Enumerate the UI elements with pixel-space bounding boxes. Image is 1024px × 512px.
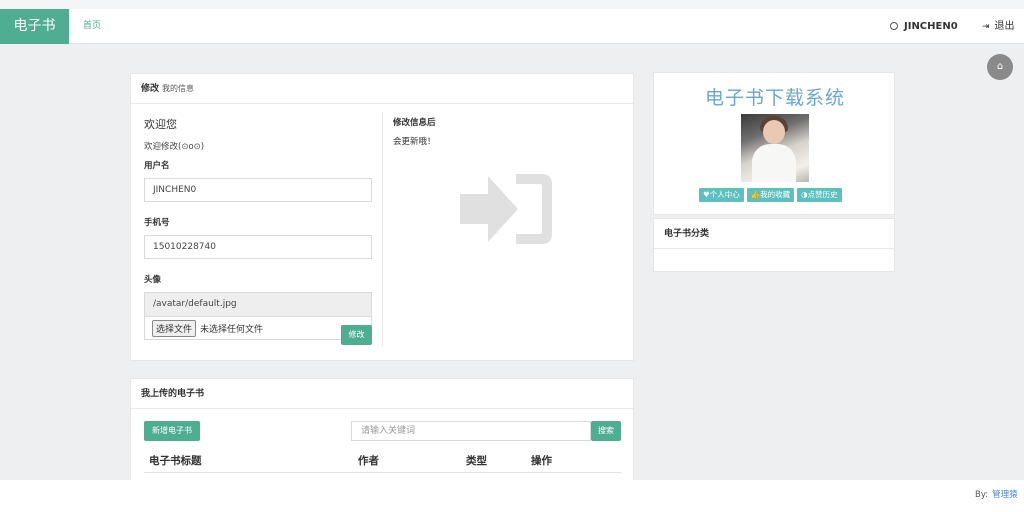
top-strip: [0, 0, 1024, 9]
avatar: [741, 114, 809, 182]
file-status: 未选择任何文件: [200, 324, 264, 335]
profile-tags: ♥个人中心 👍我的收藏 ◑点赞历史: [699, 188, 842, 202]
search-input[interactable]: 请输入关键词: [351, 421, 591, 441]
column-header-author: 作者: [358, 455, 379, 467]
books-panel-title: 我上传的电子书: [141, 389, 205, 399]
category-panel: 电子书分类: [653, 218, 895, 272]
welcome-subtext: 欢迎修改(⊙o⊙): [144, 142, 205, 152]
my-books-panel: 我上传的电子书 新增电子书 请输入关键词 搜索 电子书标题 作者 类型 操作: [130, 378, 634, 483]
edit-panel-title: 修改: [141, 84, 160, 94]
navbar: 电子书 首页 JINCHEN0 ⇥ 退出: [0, 9, 1024, 44]
logout-icon: ⇥: [982, 22, 990, 32]
add-book-button[interactable]: 新增电子书: [144, 421, 200, 441]
logout-link[interactable]: ⇥ 退出: [982, 9, 1015, 45]
tag-my-favorites[interactable]: 👍我的收藏: [746, 188, 795, 202]
nav-user-menu[interactable]: JINCHEN0: [890, 9, 958, 44]
info-title: 修改信息后: [393, 118, 436, 128]
home-icon: ⌂: [996, 61, 1004, 72]
user-icon: [890, 22, 898, 30]
avatar-path-field: /avatar/default.jpg: [144, 292, 372, 316]
phone-input[interactable]: 15010228740: [144, 235, 372, 259]
avatar-file-input: 选择文件 未选择任何文件: [144, 316, 372, 340]
footer: By: 管理猿: [0, 480, 1024, 512]
edit-panel-header: 修改 我的信息: [131, 74, 633, 104]
tag-personal-center[interactable]: ♥个人中心: [699, 188, 744, 202]
edit-info-panel: 修改 我的信息 欢迎您 欢迎修改(⊙o⊙) 用户名 JINCHEN0 手机号 15…: [130, 73, 634, 361]
edit-form: 欢迎您 欢迎修改(⊙o⊙) 用户名 JINCHEN0 手机号 150102287…: [144, 116, 372, 340]
sign-in-icon: [460, 174, 552, 244]
footer-author-link[interactable]: 管理猿: [992, 490, 1018, 500]
search-button[interactable]: 搜索: [591, 421, 621, 441]
choose-file-button[interactable]: 选择文件: [152, 319, 197, 337]
brand-logo[interactable]: 电子书: [0, 9, 69, 44]
save-button[interactable]: 修改: [341, 325, 372, 345]
footer-by: By:: [975, 490, 989, 500]
edit-info-note: 修改信息后 会更新哦！: [393, 116, 623, 147]
username-label: 用户名: [144, 161, 170, 171]
logout-label: 退出: [994, 21, 1015, 32]
edit-panel-subtitle: 我的信息: [162, 84, 195, 93]
profile-panel: 电子书下载系统 ♥个人中心 👍我的收藏 ◑点赞历史: [653, 72, 895, 215]
column-header-actions: 操作: [531, 455, 552, 467]
username-input[interactable]: JINCHEN0: [144, 178, 372, 202]
home-float-button[interactable]: ⌂: [987, 54, 1013, 80]
footer-credit: By: 管理猿: [975, 488, 1018, 500]
column-header-title: 电子书标题: [149, 455, 202, 467]
nav-username: JINCHEN0: [904, 21, 958, 32]
welcome-heading: 欢迎您: [144, 118, 177, 131]
avatar-label: 头像: [144, 275, 162, 285]
tag-like-history[interactable]: ◑点赞历史: [797, 188, 842, 202]
table-header-divider: [144, 472, 621, 473]
phone-label: 手机号: [144, 218, 170, 228]
system-title: 电子书下载系统: [704, 87, 845, 109]
books-panel-header: 我上传的电子书: [131, 379, 633, 409]
category-panel-title: 电子书分类: [654, 219, 894, 249]
column-header-type: 类型: [466, 455, 487, 467]
nav-home-link[interactable]: 首页: [83, 9, 101, 44]
vertical-divider: [382, 112, 383, 346]
info-subtext: 会更新哦！: [393, 137, 436, 147]
